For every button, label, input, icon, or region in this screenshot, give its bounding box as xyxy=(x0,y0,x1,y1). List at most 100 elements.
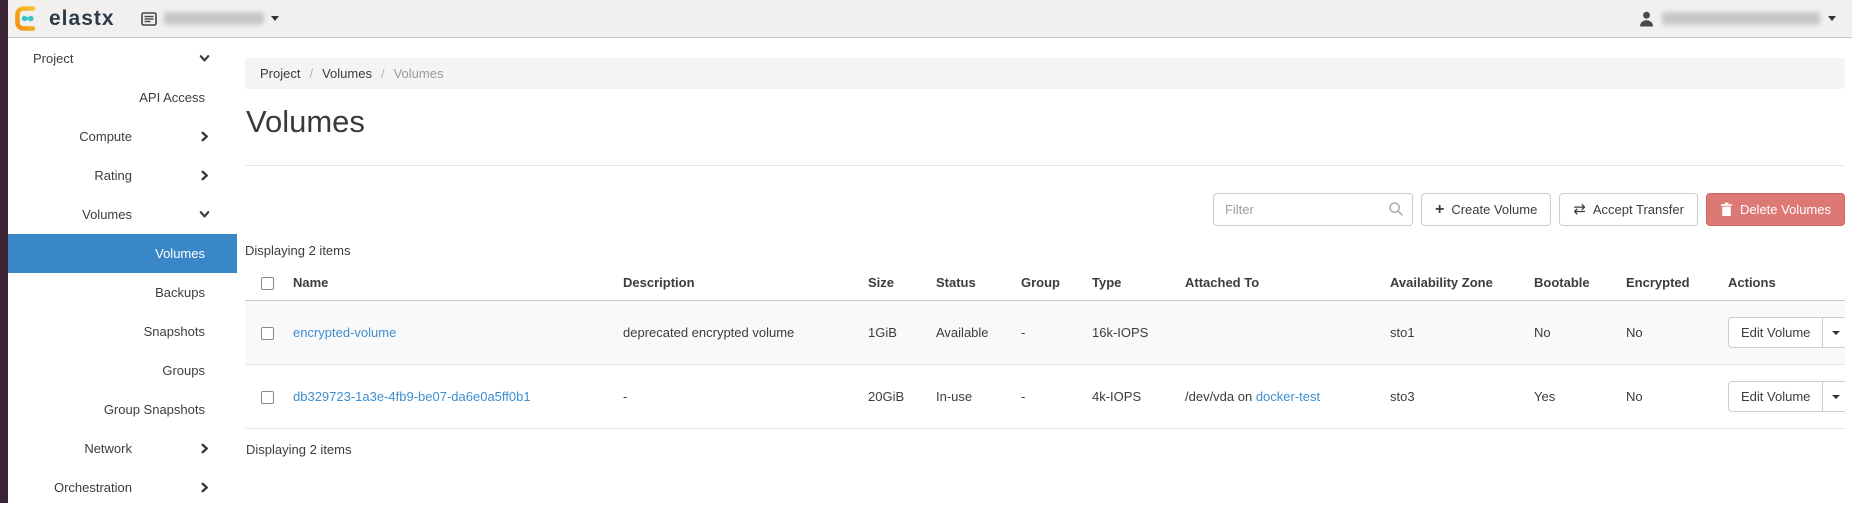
elastx-logo[interactable]: elastx xyxy=(14,5,115,32)
col-header-bootable[interactable]: Bootable xyxy=(1526,265,1618,302)
sidebar-nav: Project API Access Compute Rating Volume… xyxy=(8,39,237,507)
col-header-status[interactable]: Status xyxy=(928,265,1013,302)
project-switcher[interactable] xyxy=(140,11,279,26)
elastx-logo-icon xyxy=(15,6,36,31)
sidebar-item-backups[interactable]: Backups xyxy=(8,273,237,312)
table-header-row: Name Description Size Status Group Type … xyxy=(245,265,1845,302)
edit-volume-dropdown-toggle[interactable] xyxy=(1823,381,1845,413)
sidebar-section-compute[interactable]: Compute xyxy=(8,117,237,156)
caret-down-icon xyxy=(1832,330,1841,335)
table-row: db329723-1a3e-4fb9-be07-da6e0a5ff0b1 - 2… xyxy=(245,364,1845,430)
user-icon xyxy=(1640,11,1653,26)
col-header-availability-zone[interactable]: Availability Zone xyxy=(1382,265,1526,302)
edit-volume-dropdown-toggle[interactable] xyxy=(1823,317,1845,349)
filter-field-wrap xyxy=(1212,193,1413,226)
col-header-type[interactable]: Type xyxy=(1084,265,1177,302)
sidebar-item-snapshots[interactable]: Snapshots xyxy=(8,312,237,351)
breadcrumb: Project / Volumes / Volumes xyxy=(245,58,1845,89)
sidebar-label: Volumes xyxy=(155,246,205,261)
delete-volumes-label: Delete Volumes xyxy=(1739,202,1831,217)
sidebar-item-api-access[interactable]: API Access xyxy=(8,78,237,117)
breadcrumb-project[interactable]: Project xyxy=(260,66,300,81)
sidebar-label: Rating xyxy=(94,168,132,183)
sidebar-section-project[interactable]: Project xyxy=(8,39,237,78)
attached-device: /dev/vda on xyxy=(1185,389,1256,405)
col-header-size[interactable]: Size xyxy=(860,265,928,302)
select-all-checkbox[interactable] xyxy=(261,277,274,291)
delete-volumes-button[interactable]: Delete Volumes xyxy=(1705,193,1845,226)
attached-instance-link[interactable]: docker-test xyxy=(1256,389,1320,404)
sidebar-section-orchestration[interactable]: Orchestration xyxy=(8,468,237,507)
redacted-project-name xyxy=(163,12,264,25)
volume-status: Available xyxy=(928,300,1013,366)
volume-size: 20GiB xyxy=(860,364,928,430)
main-content: Project / Volumes / Volumes Volumes + Cr… xyxy=(245,38,1845,457)
sidebar-label: Snapshots xyxy=(143,324,205,339)
sidebar-label: Network xyxy=(84,441,132,456)
col-header-name[interactable]: Name xyxy=(285,265,615,302)
sidebar-label: Volumes xyxy=(82,207,132,222)
volume-encrypted: No xyxy=(1618,364,1720,430)
edit-volume-button-group: Edit Volume xyxy=(1728,381,1845,413)
create-volume-button[interactable]: + Create Volume xyxy=(1420,193,1552,226)
items-count-top: Displaying 2 items xyxy=(245,243,351,258)
project-list-icon xyxy=(140,11,157,26)
table-row: encrypted-volume deprecated encrypted vo… xyxy=(245,300,1845,366)
row-checkbox[interactable] xyxy=(261,327,274,341)
volume-availability-zone: sto1 xyxy=(1382,300,1526,366)
caret-down-icon xyxy=(1828,16,1836,21)
volume-encrypted: No xyxy=(1618,300,1720,366)
sidebar-item-volumes[interactable]: Volumes xyxy=(8,234,237,273)
sidebar-section-volumes[interactable]: Volumes xyxy=(8,195,237,234)
volume-type: 4k-IOPS xyxy=(1084,364,1177,430)
search-icon[interactable] xyxy=(1388,201,1404,217)
volume-attached-to xyxy=(1177,300,1382,366)
volume-type: 16k-IOPS xyxy=(1084,300,1177,366)
top-header: elastx xyxy=(0,0,1852,38)
volume-bootable: No xyxy=(1526,300,1618,366)
volume-bootable: Yes xyxy=(1526,364,1618,430)
sidebar-item-group-snapshots[interactable]: Group Snapshots xyxy=(8,390,237,429)
chevron-right-icon xyxy=(201,482,209,493)
col-header-description: Description xyxy=(615,265,860,302)
col-header-actions: Actions xyxy=(1720,265,1845,302)
sidebar-section-network[interactable]: Network xyxy=(8,429,237,468)
redacted-username xyxy=(1662,12,1820,25)
volume-name-link[interactable]: encrypted-volume xyxy=(293,325,396,340)
col-header-encrypted[interactable]: Encrypted xyxy=(1618,265,1720,302)
filter-input[interactable] xyxy=(1212,193,1413,226)
sidebar-item-groups[interactable]: Groups xyxy=(8,351,237,390)
plus-icon: + xyxy=(1434,200,1445,218)
col-header-attached-to[interactable]: Attached To xyxy=(1177,265,1382,302)
accept-transfer-button[interactable]: ⇄ Accept Transfer xyxy=(1559,193,1698,226)
chevron-right-icon xyxy=(201,131,209,142)
sidebar-section-rating[interactable]: Rating xyxy=(8,156,237,195)
volume-description: deprecated encrypted volume xyxy=(615,300,860,366)
sidebar-label: Group Snapshots xyxy=(103,402,205,417)
create-volume-label: Create Volume xyxy=(1451,202,1538,217)
volume-group: - xyxy=(1013,300,1084,366)
volume-name-link[interactable]: db329723-1a3e-4fb9-be07-da6e0a5ff0b1 xyxy=(293,389,531,404)
caret-down-icon xyxy=(1832,394,1841,399)
breadcrumb-current: Volumes xyxy=(393,66,444,81)
table-toolbar: + Create Volume ⇄ Accept Transfer Delete… xyxy=(245,193,1845,226)
page-title: Volumes xyxy=(246,104,365,139)
sidebar-accent-strip xyxy=(0,0,8,503)
volume-status: In-use xyxy=(928,364,1013,430)
volume-size: 1GiB xyxy=(860,300,928,366)
volume-availability-zone: sto3 xyxy=(1382,364,1526,430)
user-menu[interactable] xyxy=(1639,11,1836,27)
edit-volume-button[interactable]: Edit Volume xyxy=(1728,317,1824,349)
volume-group: - xyxy=(1013,364,1084,430)
items-count-bottom: Displaying 2 items xyxy=(246,442,352,458)
sidebar-label: Groups xyxy=(162,363,205,378)
col-header-group[interactable]: Group xyxy=(1013,265,1084,302)
breadcrumb-separator: / xyxy=(309,66,314,81)
breadcrumb-volumes[interactable]: Volumes xyxy=(322,66,372,81)
chevron-down-icon xyxy=(199,55,210,62)
volume-description: - xyxy=(615,364,860,430)
breadcrumb-separator: / xyxy=(380,66,385,81)
transfer-arrows-icon: ⇄ xyxy=(1573,200,1586,218)
edit-volume-button[interactable]: Edit Volume xyxy=(1728,381,1824,413)
row-checkbox[interactable] xyxy=(261,391,274,405)
